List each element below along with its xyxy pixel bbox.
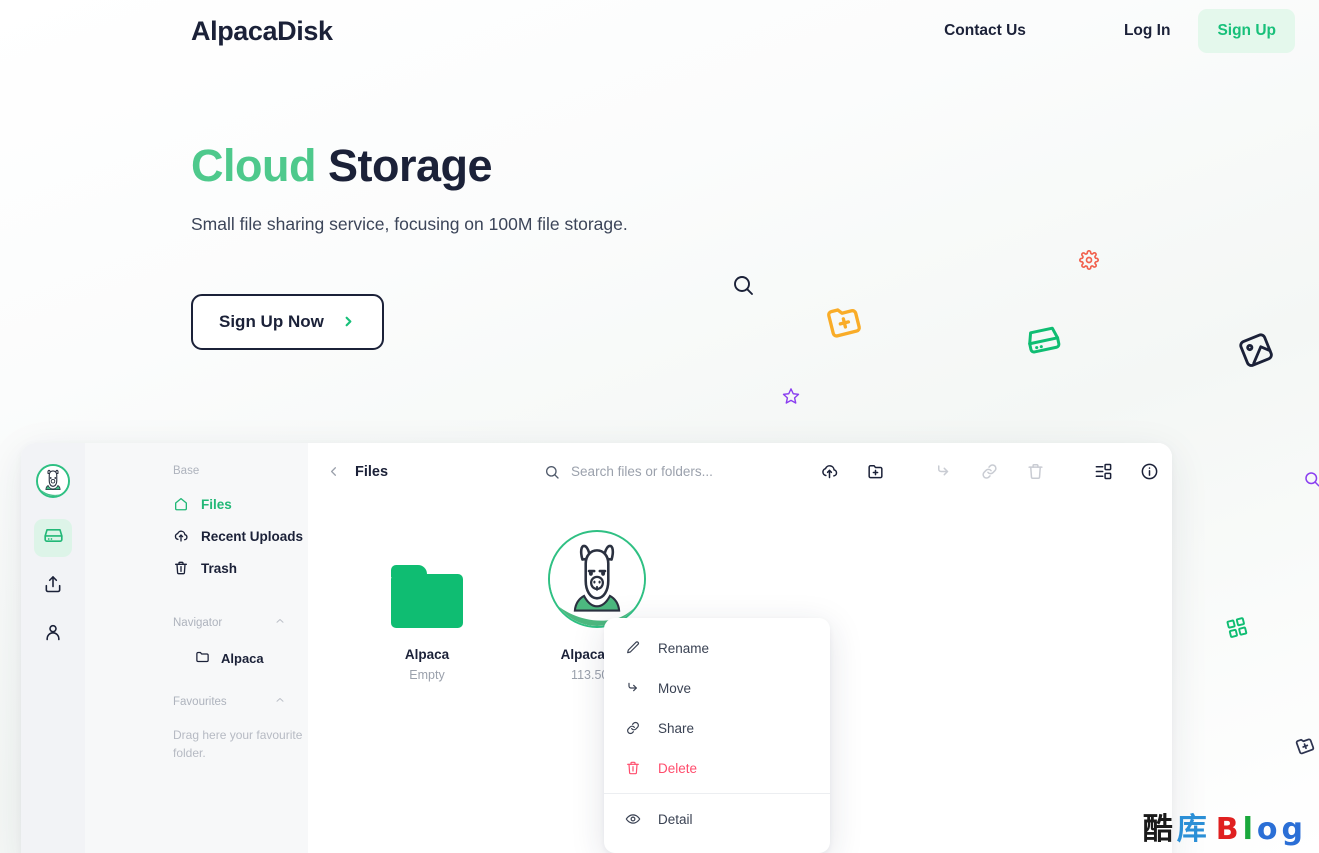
nav-item-log-in[interactable]: Log In (1108, 9, 1187, 53)
sidebar-item-files[interactable]: Files (85, 488, 308, 520)
new-folder-icon[interactable] (857, 454, 893, 490)
brand-logo[interactable]: AlpacaDisk (191, 16, 333, 47)
decor-star-icon (782, 387, 800, 410)
site-header: AlpacaDisk Contact Us Log In Sign Up (0, 0, 1319, 63)
watermark-char-b: B (1216, 815, 1239, 845)
context-menu-item-move[interactable]: Move (604, 668, 830, 708)
folder-icon (391, 524, 463, 628)
rail-item-upload[interactable] (34, 567, 72, 605)
context-menu-item-label: Rename (658, 641, 709, 656)
pencil-icon (624, 640, 641, 656)
decor-hard-drive-icon (1022, 319, 1066, 367)
rail-item-storage[interactable] (34, 519, 72, 557)
avatar[interactable] (36, 464, 70, 498)
eye-icon (624, 811, 641, 827)
breadcrumb: Files (355, 464, 388, 480)
context-menu-item-label: Detail (658, 812, 693, 827)
chevron-up-icon (274, 614, 286, 632)
trash-icon (1017, 454, 1053, 490)
context-menu-item-label: Move (658, 681, 691, 696)
main-nav: Contact Us Log In Sign Up (928, 9, 1295, 53)
toolbar-actions (801, 454, 1167, 490)
move-icon (925, 454, 961, 490)
sidebar-item-recent-uploads[interactable]: Recent Uploads (85, 520, 308, 552)
file-name: Alpaca (405, 647, 449, 662)
sidebar-section-navigator-label: Navigator (173, 617, 222, 629)
search-input[interactable] (571, 464, 801, 479)
context-menu-item-detail[interactable]: Detail (604, 799, 830, 839)
chevron-right-icon (341, 314, 356, 329)
decor-folder-plus-icon (821, 296, 871, 349)
favourites-drop-hint: Drag here your favourite folder. (85, 722, 308, 762)
hard-drive-icon (43, 525, 64, 551)
link-icon (624, 720, 641, 736)
sign-up-now-button[interactable]: Sign Up Now (191, 294, 384, 350)
user-icon (43, 622, 63, 647)
upload-icon (43, 574, 63, 599)
trash-icon (173, 560, 189, 576)
context-menu: Rename Move Share Del (604, 618, 830, 853)
search-input-wrapper[interactable] (544, 464, 801, 480)
decor-search-icon (731, 273, 755, 302)
search-icon (544, 464, 560, 480)
context-menu-item-label: Delete (658, 761, 697, 776)
decor-folder-plus-icon-dark (1292, 731, 1319, 763)
context-menu-item-delete[interactable]: Delete (604, 748, 830, 788)
decor-search-icon-purple (1303, 470, 1319, 493)
hero-title-rest: Storage (316, 140, 492, 191)
share-link-icon (971, 454, 1007, 490)
cloud-upload-icon (173, 528, 189, 544)
upload-cloud-icon[interactable] (811, 454, 847, 490)
watermark-char-2: 库 (1177, 815, 1207, 845)
context-menu-item-label: Share (658, 721, 694, 736)
cta-label: Sign Up Now (219, 312, 324, 332)
context-menu-item-share[interactable]: Share (604, 708, 830, 748)
sidebar-item-label: Files (201, 497, 232, 512)
back-chevron-icon[interactable] (322, 460, 345, 483)
watermark-char-l: l (1243, 815, 1253, 845)
hero-title-accent: Cloud (191, 140, 316, 191)
context-menu-item-rename[interactable]: Rename (604, 628, 830, 668)
hero-subtitle: Small file sharing service, focusing on … (191, 214, 628, 235)
image-thumbnail (548, 524, 646, 628)
watermark-char-1: 酷 (1143, 815, 1173, 845)
trash-icon (624, 760, 641, 776)
app-preview-card: Base Files Recent Uploads (21, 443, 1172, 853)
sidebar-item-label: Alpaca (221, 651, 264, 666)
app-icon-rail (21, 443, 85, 853)
watermark-char-g: g (1282, 815, 1303, 845)
sidebar-item-label: Trash (201, 561, 237, 576)
move-arrow-icon (624, 680, 641, 696)
watermark-logo: 酷 库 B l o g (1143, 815, 1303, 845)
app-toolbar: Files (308, 443, 1172, 500)
sidebar-item-alpaca-folder[interactable]: Alpaca (85, 643, 308, 673)
decor-grid-icon (1224, 615, 1251, 645)
hero-section: Cloud Storage Small file sharing service… (191, 140, 628, 350)
context-menu-divider (604, 793, 830, 794)
sidebar-section-base-label: Base (85, 465, 308, 477)
app-sidebar: Base Files Recent Uploads (85, 443, 308, 853)
decor-image-icon (1234, 328, 1280, 377)
watermark-char-o: o (1257, 815, 1278, 845)
info-icon[interactable] (1131, 454, 1167, 490)
sidebar-item-label: Recent Uploads (201, 529, 303, 544)
decor-gear-icon (1079, 250, 1099, 275)
folder-icon (195, 649, 210, 667)
sign-up-button[interactable]: Sign Up (1198, 9, 1295, 53)
sidebar-section-favourites-label: Favourites (173, 696, 227, 708)
nav-item-contact-us[interactable]: Contact Us (928, 9, 1042, 53)
chevron-up-icon (274, 693, 286, 711)
page-title: Cloud Storage (191, 140, 628, 192)
file-item-folder[interactable]: Alpaca Empty (342, 524, 512, 682)
rail-item-account[interactable] (34, 615, 72, 653)
home-icon (173, 496, 189, 512)
sidebar-section-navigator[interactable]: Navigator (85, 614, 308, 632)
page-root: AlpacaDisk Contact Us Log In Sign Up Clo… (0, 0, 1319, 853)
list-view-icon[interactable] (1085, 454, 1121, 490)
sidebar-section-favourites[interactable]: Favourites (85, 693, 308, 711)
file-meta: Empty (409, 668, 444, 682)
sidebar-item-trash[interactable]: Trash (85, 552, 308, 584)
